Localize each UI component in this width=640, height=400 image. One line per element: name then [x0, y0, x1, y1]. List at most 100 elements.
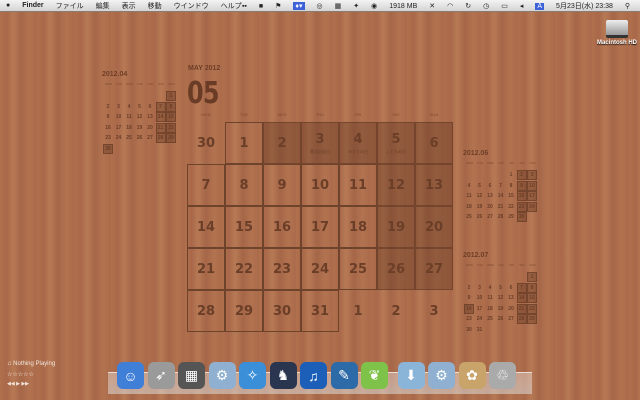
- calendar-day[interactable]: 28: [516, 314, 527, 324]
- menu-edit[interactable]: 編集: [96, 1, 110, 11]
- calendar-day[interactable]: 16: [263, 206, 301, 248]
- calendar-day[interactable]: 3: [527, 170, 537, 180]
- calendar-day[interactable]: 8: [166, 101, 176, 112]
- battery-icon[interactable]: ▭: [501, 2, 508, 10]
- status-icon[interactable]: ▪▪: [242, 3, 247, 10]
- calendar-day[interactable]: 5 こどもの日: [377, 122, 415, 164]
- calendar-day[interactable]: 23: [464, 314, 474, 324]
- time-machine-icon[interactable]: ◷: [483, 2, 489, 10]
- memory-readout[interactable]: 1918 MB: [389, 3, 417, 10]
- calendar-day[interactable]: 20: [506, 304, 516, 314]
- calendar-day[interactable]: 10: [475, 293, 485, 303]
- calendar-day[interactable]: 17: [475, 304, 485, 314]
- calendar-day[interactable]: 5: [135, 102, 145, 112]
- flag-icon[interactable]: ⚑: [275, 2, 281, 10]
- calendar-day[interactable]: 29: [166, 133, 176, 143]
- calendar-day[interactable]: 12: [475, 191, 485, 201]
- calendar-day[interactable]: 11: [124, 112, 134, 122]
- calendar-day[interactable]: 16: [103, 123, 113, 133]
- calendar-day[interactable]: 19: [496, 304, 506, 314]
- calendar-day[interactable]: 27: [485, 212, 495, 222]
- calendar-day[interactable]: 22: [506, 202, 516, 212]
- sync-icon[interactable]: ↻: [465, 2, 471, 10]
- calendar-day[interactable]: 24: [527, 201, 537, 212]
- dock-icon-safari[interactable]: ✧: [239, 362, 266, 389]
- memory-icon[interactable]: ◉: [371, 2, 377, 10]
- calendar-day[interactable]: 23: [103, 133, 113, 143]
- calendar-day[interactable]: 29: [225, 290, 263, 332]
- calendar-day[interactable]: 9: [263, 164, 301, 206]
- calendar-day[interactable]: 17: [114, 123, 124, 133]
- calendar-day[interactable]: 4: [485, 283, 495, 293]
- calendar-day[interactable]: 18: [485, 304, 495, 314]
- calendar-day[interactable]: 28: [496, 212, 506, 222]
- calendar-day[interactable]: 30: [187, 122, 225, 164]
- calendar-day[interactable]: 13: [485, 191, 495, 201]
- calendar-day[interactable]: 21: [187, 248, 225, 290]
- calendar-day[interactable]: 10: [301, 164, 339, 206]
- calendar-day[interactable]: 31: [475, 325, 485, 335]
- calendar-day[interactable]: 11: [464, 191, 474, 201]
- calendar-day[interactable]: 4: [464, 181, 474, 191]
- calendar-day[interactable]: 25: [485, 314, 495, 324]
- calendar-day[interactable]: 30: [263, 290, 301, 332]
- calendar-day[interactable]: 21: [155, 122, 166, 133]
- status-icon[interactable]: ■: [259, 3, 263, 10]
- calendar-day[interactable]: 19: [475, 202, 485, 212]
- calendar-day[interactable]: 15: [527, 293, 537, 303]
- dock-icon-evernote[interactable]: ❦: [361, 362, 388, 389]
- menu-window[interactable]: ウインドウ: [174, 1, 209, 11]
- wifi-icon[interactable]: ◠: [447, 2, 453, 10]
- calendar-day[interactable]: 7: [155, 101, 166, 112]
- app-status-icon[interactable]: ♦▾: [293, 2, 305, 10]
- calendar-day[interactable]: 25: [339, 248, 377, 290]
- dock-icon-chess[interactable]: ♞: [269, 362, 297, 389]
- playback-controls[interactable]: ◀◀ ▶ ▶▶: [7, 381, 55, 387]
- calendar-day[interactable]: 8: [225, 164, 263, 206]
- calendar-day[interactable]: 19: [377, 206, 415, 248]
- calendar-day[interactable]: 2: [516, 170, 527, 180]
- calendar-day[interactable]: 7: [187, 164, 225, 206]
- calendar-day[interactable]: 15: [166, 112, 176, 122]
- calendar-day[interactable]: 9: [464, 293, 474, 303]
- calendar-day[interactable]: 5: [496, 283, 506, 293]
- menu-view[interactable]: 表示: [122, 1, 136, 11]
- apple-menu-icon[interactable]: ●: [6, 2, 10, 9]
- calendar-day[interactable]: 13: [415, 164, 453, 206]
- calendar-day[interactable]: 26: [377, 248, 415, 290]
- calendar-day[interactable]: 14: [187, 206, 225, 248]
- volume-icon[interactable]: ◂: [520, 2, 524, 10]
- calendar-day[interactable]: 3: [114, 102, 124, 112]
- calendar-icon[interactable]: ▦: [335, 2, 342, 10]
- calendar-day[interactable]: 21: [496, 202, 506, 212]
- spotlight-icon[interactable]: ⚲: [625, 2, 630, 10]
- calendar-day[interactable]: 6: [506, 283, 516, 293]
- tools-icon[interactable]: ✕: [429, 2, 435, 10]
- calendar-day[interactable]: 28: [187, 290, 225, 332]
- calendar-day[interactable]: 18: [464, 202, 474, 212]
- status-icon[interactable]: ◎: [317, 2, 323, 10]
- calendar-day[interactable]: 17: [301, 206, 339, 248]
- calendar-day[interactable]: 9: [103, 112, 113, 122]
- calendar-day[interactable]: 10: [114, 112, 124, 122]
- calendar-day[interactable]: 20: [485, 202, 495, 212]
- calendar-day[interactable]: 30: [103, 143, 113, 154]
- calendar-day[interactable]: 12: [135, 112, 145, 122]
- calendar-day[interactable]: 19: [135, 123, 145, 133]
- menu-go[interactable]: 移動: [148, 1, 162, 11]
- calendar-day[interactable]: 26: [475, 212, 485, 222]
- calendar-day[interactable]: 20: [415, 206, 453, 248]
- calendar-day[interactable]: 29: [506, 212, 516, 222]
- calendar-day[interactable]: 27: [506, 314, 516, 324]
- calendar-day[interactable]: 27: [415, 248, 453, 290]
- dock-icon-twitter[interactable]: ✎: [330, 362, 358, 389]
- calendar-day[interactable]: 24: [114, 133, 124, 143]
- calendar-day[interactable]: 3: [475, 283, 485, 293]
- calendar-day[interactable]: 26: [135, 133, 145, 143]
- dock-icon-disk-utility[interactable]: ⚙: [428, 362, 455, 389]
- calendar-day[interactable]: 1: [166, 91, 176, 101]
- dock-icon-launchpad[interactable]: ➶: [147, 362, 175, 389]
- calendar-day[interactable]: 5: [475, 181, 485, 191]
- calendar-day[interactable]: 15: [225, 206, 263, 248]
- calendar-day[interactable]: 2: [377, 290, 415, 332]
